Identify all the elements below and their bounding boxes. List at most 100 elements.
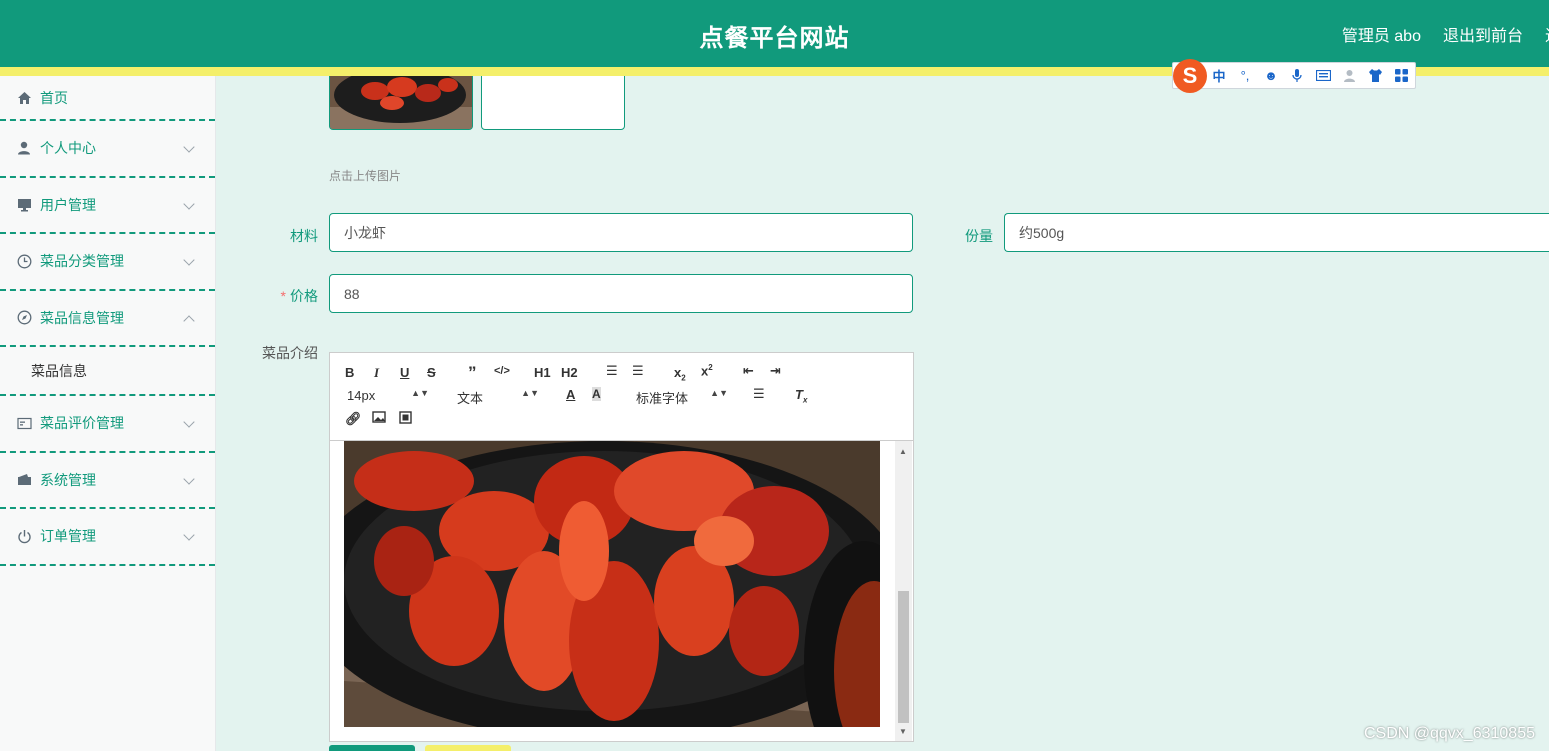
- sidebar-item-system-management[interactable]: 系统管理: [0, 453, 215, 509]
- superscript-icon[interactable]: x2: [701, 363, 713, 378]
- chevron-down-icon: [183, 254, 195, 266]
- portion-value: 约500g: [1019, 224, 1065, 241]
- logout-to-front-link[interactable]: 退出到前台: [1443, 22, 1523, 45]
- price-label: * 价格: [268, 286, 318, 306]
- clear-format-icon[interactable]: Tx: [795, 387, 807, 405]
- editor-scrollbar[interactable]: ▲ ▼: [895, 441, 912, 741]
- home-icon: [16, 90, 32, 106]
- crayfish-photo-thumb: [330, 76, 472, 129]
- sidebar: 首页 个人中心 用户管理 菜品分类管理 菜品信息管理 菜品信息 菜品评价管理 系…: [0, 76, 216, 751]
- sidebar-item-personal-center[interactable]: 个人中心: [0, 121, 215, 178]
- power-icon: [16, 528, 32, 544]
- video-icon[interactable]: [399, 411, 412, 427]
- clipped-link[interactable]: 退: [1545, 22, 1549, 44]
- sidebar-item-label: 订单管理: [40, 528, 96, 545]
- sidebar-item-home[interactable]: 首页: [0, 76, 215, 121]
- sidebar-item-category-management[interactable]: 菜品分类管理: [0, 234, 215, 291]
- header-1-button[interactable]: H1: [534, 365, 551, 380]
- cancel-button[interactable]: [425, 745, 511, 751]
- ime-mode-toggle[interactable]: 中: [1211, 68, 1227, 84]
- sidebar-item-label: 个人中心: [40, 140, 96, 157]
- header-2-button[interactable]: H2: [561, 365, 578, 380]
- code-block-icon[interactable]: </>: [494, 365, 510, 377]
- text-type-select[interactable]: 文本 ▲▼: [457, 388, 539, 407]
- font-family-value: 标准字体: [636, 391, 689, 406]
- chevron-down-icon: [183, 416, 195, 428]
- bold-button[interactable]: B: [345, 365, 354, 380]
- csdn-watermark: CSDN @qqvx_6310855: [1363, 725, 1535, 742]
- blockquote-icon[interactable]: ”: [468, 363, 477, 383]
- punctuation-toggle[interactable]: °,: [1237, 68, 1253, 84]
- toolbox-grid-icon[interactable]: [1393, 68, 1409, 84]
- portion-input[interactable]: 约500g: [1004, 213, 1549, 252]
- scroll-down-icon[interactable]: ▼: [899, 727, 907, 736]
- material-value: 小龙虾: [344, 224, 386, 241]
- sidebar-subitem-dish-info[interactable]: 菜品信息: [0, 347, 215, 396]
- scroll-up-icon[interactable]: ▲: [899, 447, 907, 456]
- user-icon: [16, 140, 32, 156]
- microphone-icon[interactable]: [1289, 68, 1305, 84]
- editor-toolbar: B I U S ” </> H1 H2 ☰ ☰ x2 x2 ⇤ ⇥ 14px ▲▼…: [330, 353, 913, 441]
- material-input[interactable]: 小龙虾: [329, 213, 913, 252]
- clock-icon: [16, 253, 32, 269]
- font-size-value: 14px: [347, 388, 376, 403]
- chevron-down-icon: [183, 472, 195, 485]
- select-arrows-icon: ▲▼: [411, 388, 429, 398]
- sogou-logo-icon[interactable]: S: [1173, 59, 1207, 93]
- ordered-list-icon[interactable]: ☰: [606, 363, 618, 379]
- subscript-icon[interactable]: x2: [674, 365, 686, 383]
- strike-button[interactable]: S: [427, 365, 436, 380]
- image-icon[interactable]: [372, 411, 386, 426]
- chevron-down-icon: [183, 197, 195, 210]
- indent-icon[interactable]: ⇥: [770, 363, 781, 379]
- crayfish-photo: [344, 441, 880, 727]
- sidebar-item-label: 用户管理: [40, 196, 96, 213]
- editor-content[interactable]: [344, 441, 880, 727]
- chevron-down-icon: [183, 141, 195, 153]
- rich-text-editor: B I U S ” </> H1 H2 ☰ ☰ x2 x2 ⇤ ⇥ 14px ▲▼…: [329, 352, 914, 742]
- sidebar-item-label: 首页: [40, 89, 68, 106]
- select-arrows-icon: ▲▼: [521, 388, 539, 398]
- price-input[interactable]: 88: [329, 274, 913, 313]
- wallet-icon: [16, 472, 32, 488]
- portion-label: 份量: [965, 228, 993, 244]
- main-content: 点击上传图片 材料 小龙虾 份量 约500g * 价格 88 菜品介绍 B I U…: [240, 76, 1549, 751]
- font-family-select[interactable]: 标准字体 ▲▼: [636, 388, 728, 407]
- sidebar-subitem-label: 菜品信息: [31, 362, 87, 379]
- submit-button[interactable]: [329, 745, 415, 751]
- monitor-icon: [16, 197, 32, 213]
- align-icon[interactable]: ☰: [753, 386, 765, 402]
- admin-user-link[interactable]: 管理员 abo: [1342, 22, 1421, 45]
- sidebar-item-dish-info-management[interactable]: 菜品信息管理: [0, 291, 215, 347]
- user-avatar-icon[interactable]: [1341, 68, 1357, 84]
- keyboard-icon[interactable]: [1315, 68, 1331, 84]
- font-size-select[interactable]: 14px ▲▼: [347, 388, 429, 403]
- background-color-icon[interactable]: A: [592, 387, 601, 401]
- emoji-icon[interactable]: ☻: [1263, 68, 1279, 84]
- chevron-down-icon: [183, 529, 195, 541]
- link-icon[interactable]: 🔗︎: [345, 411, 362, 427]
- intro-label: 菜品介绍: [262, 345, 318, 361]
- site-title: 点餐平台网站: [699, 25, 850, 52]
- material-label: 材料: [290, 228, 318, 244]
- underline-button[interactable]: U: [400, 365, 409, 380]
- bullet-list-icon[interactable]: ☰: [632, 363, 644, 379]
- sidebar-item-review-management[interactable]: 菜品评价管理: [0, 396, 215, 453]
- scrollbar-thumb[interactable]: [898, 591, 909, 723]
- uploaded-image-thumbnail[interactable]: [329, 76, 473, 130]
- sidebar-item-label: 菜品评价管理: [40, 415, 124, 432]
- sidebar-item-label: 菜品分类管理: [40, 253, 124, 270]
- sidebar-item-label: 菜品信息管理: [40, 309, 124, 326]
- compass-icon: [16, 310, 32, 326]
- text-type-value: 文本: [457, 391, 484, 406]
- sidebar-item-user-management[interactable]: 用户管理: [0, 178, 215, 234]
- upload-image-button[interactable]: [481, 76, 625, 130]
- italic-button[interactable]: I: [374, 365, 379, 381]
- outdent-icon[interactable]: ⇤: [743, 363, 754, 379]
- sidebar-item-order-management[interactable]: 订单管理: [0, 509, 215, 566]
- top-header: 点餐平台网站 管理员 abo 退出到前台 退: [0, 0, 1549, 67]
- font-color-icon[interactable]: A: [566, 387, 575, 402]
- sidebar-item-label: 系统管理: [40, 471, 96, 488]
- card-icon: [16, 415, 32, 431]
- skin-shirt-icon[interactable]: [1367, 68, 1383, 84]
